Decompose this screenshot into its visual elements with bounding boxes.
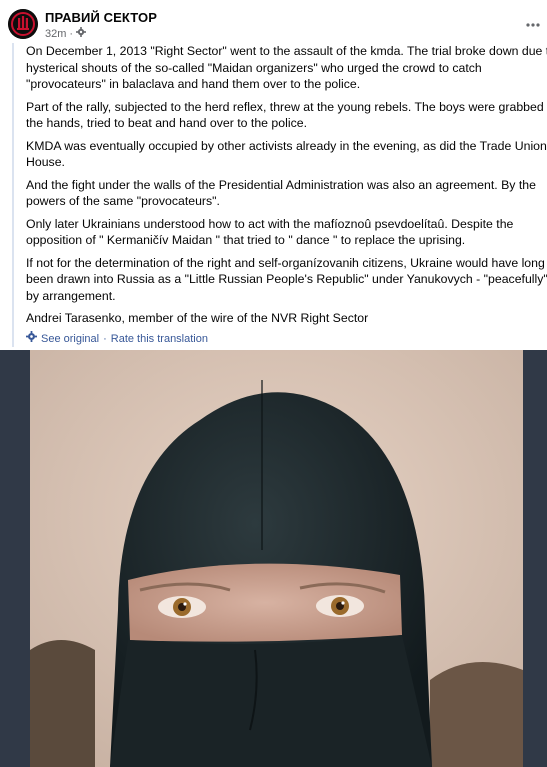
post-meta: 32m · bbox=[45, 27, 87, 40]
post-paragraph: And the fight under the walls of the Pre… bbox=[26, 177, 536, 209]
post-timestamp[interactable]: 32m bbox=[45, 28, 66, 40]
rate-translation-link[interactable]: Rate this translation bbox=[111, 331, 208, 348]
see-original-link[interactable]: See original bbox=[41, 331, 99, 348]
page-name[interactable]: ПРАВИЙ СЕКТОР bbox=[45, 10, 157, 25]
post-photo[interactable] bbox=[0, 350, 547, 767]
post-paragraph: Part of the rally, subjected to the herd… bbox=[26, 99, 547, 131]
post-paragraph: On December 1, 2013 "Right Sector" went … bbox=[26, 44, 547, 91]
settings-icon[interactable] bbox=[76, 27, 87, 40]
translate-gear-icon bbox=[26, 330, 37, 348]
translate-separator: · bbox=[103, 332, 107, 345]
more-options-icon[interactable] bbox=[522, 14, 544, 36]
post-paragraph: If not for the determination of the righ… bbox=[26, 255, 547, 303]
translation-bar: See original · Rate this translation bbox=[26, 330, 547, 348]
page-avatar[interactable] bbox=[8, 9, 38, 39]
post-text: On December 1, 2013 "Right Sector" went … bbox=[12, 43, 547, 347]
meta-separator: · bbox=[69, 27, 74, 40]
post-paragraph: Only later Ukrainians understood how to … bbox=[26, 216, 514, 248]
post-signature: Andrei Tarasenko, member of the wire of … bbox=[26, 311, 369, 325]
post-paragraph: KMDA was eventually occupied by other ac… bbox=[26, 138, 547, 170]
right-sector-logo bbox=[8, 9, 38, 39]
post-header: ПРАВИЙ СЕКТОР 32m · bbox=[0, 0, 547, 44]
